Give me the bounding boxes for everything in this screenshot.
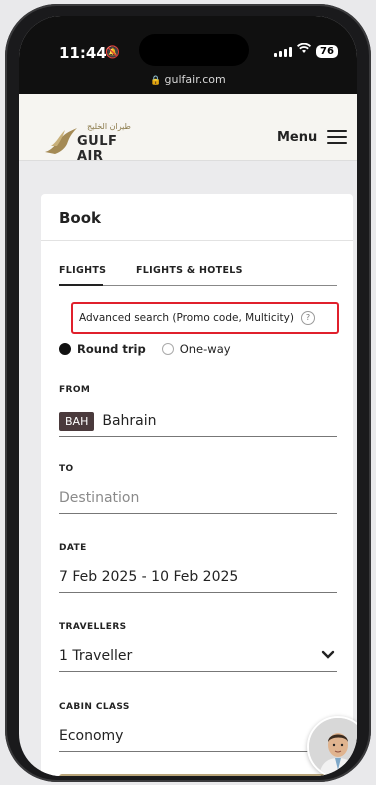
status-bar: 11:44 🔕 76 (19, 16, 357, 72)
url-text: gulfair.com (164, 73, 226, 86)
airport-code-badge: BAH (59, 411, 95, 431)
round-trip-radio[interactable]: Round trip (59, 342, 146, 356)
signal-icon (274, 47, 292, 57)
advanced-search-label: Advanced search (Promo code, Multicity) (79, 312, 294, 324)
to-field[interactable]: Destination (59, 483, 337, 514)
date-value: 7 Feb 2025 - 10 Feb 2025 (59, 569, 239, 585)
tab-flights[interactable]: FLIGHTS (59, 265, 106, 276)
round-trip-label: Round trip (77, 342, 146, 356)
trip-type-group: Round trip One-way (59, 342, 231, 356)
divider (41, 240, 353, 241)
booking-card: Book FLIGHTS FLIGHTS & HOTELS Advanced s… (41, 194, 353, 776)
assistant-avatar-icon (309, 718, 357, 776)
logo-arabic-text: طيران الخليج (87, 122, 131, 131)
from-label: FROM (59, 385, 91, 395)
from-city: Bahrain (102, 413, 157, 429)
to-placeholder: Destination (59, 490, 140, 506)
phone-frame: 11:44 🔕 76 🔒 gulfair.com طيران الخليج GUL… (5, 4, 371, 782)
date-label: DATE (59, 543, 87, 553)
travellers-label: TRAVELLERS (59, 622, 127, 632)
chevron-down-icon (321, 650, 335, 659)
hamburger-icon (327, 126, 348, 148)
gulf-air-logo[interactable]: طيران الخليج GULF AIR (43, 120, 143, 164)
advanced-search-link[interactable]: Advanced search (Promo code, Multicity) … (71, 302, 339, 334)
one-way-radio[interactable]: One-way (161, 342, 231, 356)
radio-unselected-icon (161, 343, 174, 355)
card-title: Book (59, 209, 102, 227)
menu-button[interactable]: Menu (277, 126, 348, 148)
bell-slash-icon: 🔕 (105, 45, 120, 59)
lock-icon: 🔒 (150, 76, 162, 86)
one-way-label: One-way (179, 342, 231, 356)
dynamic-island (139, 34, 249, 66)
tab-flights-hotels[interactable]: FLIGHTS & HOTELS (136, 265, 243, 276)
travellers-field[interactable]: 1 Traveller (59, 641, 337, 672)
battery-indicator: 76 (316, 45, 338, 58)
phone-screen: 11:44 🔕 76 🔒 gulfair.com طيران الخليج GUL… (19, 16, 357, 776)
url-bar[interactable]: 🔒 gulfair.com (19, 72, 357, 94)
falcon-icon (45, 128, 77, 154)
assistant-avatar[interactable] (307, 716, 357, 776)
travellers-value: 1 Traveller (59, 648, 133, 664)
date-field[interactable]: 7 Feb 2025 - 10 Feb 2025 (59, 562, 337, 593)
cabin-class-field[interactable]: Economy (59, 721, 337, 752)
find-flights-button[interactable] (59, 774, 337, 776)
from-field[interactable]: BAH Bahrain (59, 406, 337, 437)
active-tab-indicator (59, 284, 103, 286)
status-time: 11:44 (59, 44, 107, 62)
radio-selected-icon (59, 343, 71, 355)
to-label: TO (59, 464, 74, 474)
logo-text: GULF AIR (77, 134, 118, 164)
menu-label: Menu (277, 129, 318, 145)
cabin-class-label: CABIN CLASS (59, 702, 130, 712)
cabin-class-value: Economy (59, 728, 124, 744)
help-icon[interactable]: ? (300, 311, 315, 325)
wifi-icon (297, 42, 311, 58)
